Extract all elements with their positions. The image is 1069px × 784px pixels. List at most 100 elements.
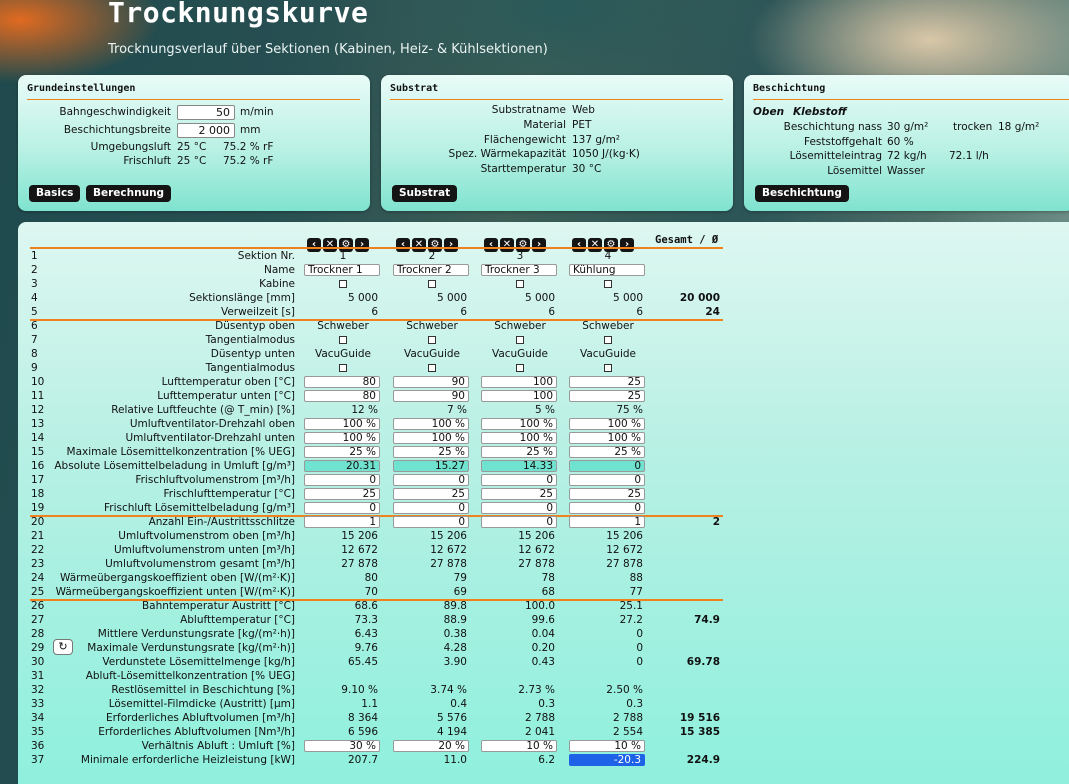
checkbox[interactable] [339, 280, 347, 288]
cell-input[interactable]: 25 % [481, 446, 557, 458]
table-row: 20 Anzahl Ein-/Austrittsschlitze 1 0 0 1 2 [18, 515, 738, 529]
checkbox[interactable] [428, 336, 436, 344]
checkbox[interactable] [428, 280, 436, 288]
cell-input[interactable]: 100 % [304, 418, 380, 430]
cell-input[interactable]: 0 [481, 474, 557, 486]
row-total: 74.9 [694, 614, 720, 626]
cell-input[interactable]: Trockner 2 [393, 264, 469, 276]
cell-input[interactable]: 100 [481, 376, 557, 388]
cell-input[interactable]: 100 % [569, 418, 645, 430]
basics-button[interactable]: Basics [29, 185, 81, 202]
cell-value: 8 364 [347, 712, 378, 724]
cell-input[interactable]: 0 [304, 474, 380, 486]
cell-input[interactable]: 100 % [481, 432, 557, 444]
cell-value: 80 [364, 572, 378, 584]
cell-input[interactable]: 25 [481, 488, 557, 500]
cell-input[interactable]: 0 [569, 460, 645, 472]
cell-input[interactable]: 80 [304, 390, 380, 402]
cell-value: 88.9 [443, 614, 467, 626]
layer-type: Klebstoff [793, 106, 847, 118]
cell-value: 88 [629, 572, 643, 584]
refresh-icon[interactable]: ↻ [53, 639, 73, 655]
cell-input[interactable]: 90 [393, 376, 469, 388]
berechnung-button[interactable]: Berechnung [86, 185, 172, 202]
cell-input[interactable]: 30 % [304, 740, 380, 752]
cell-input[interactable]: 25 [569, 376, 645, 388]
bahngeschwindigkeit-input[interactable]: 50 [177, 105, 235, 120]
cell-input[interactable]: 0 [569, 474, 645, 486]
cell-input[interactable]: 0 [393, 516, 469, 528]
cell-input[interactable]: 10 % [569, 740, 645, 752]
cell-input[interactable]: 20 % [393, 740, 469, 752]
cell-input[interactable]: Kühlung [569, 264, 645, 276]
checkbox[interactable] [428, 364, 436, 372]
table-row: 7 Tangentialmodus [18, 333, 738, 347]
row-total: 2 [712, 516, 720, 528]
cell-input[interactable]: 100 % [393, 418, 469, 430]
cell-input[interactable]: 0 [481, 502, 557, 514]
cell-input[interactable]: 0 [393, 474, 469, 486]
checkbox[interactable] [604, 364, 612, 372]
cell-input[interactable]: 25 [304, 488, 380, 500]
checkbox[interactable] [339, 364, 347, 372]
cell-input[interactable]: 0 [304, 502, 380, 514]
cell-input-selected[interactable]: -20.3 [569, 754, 645, 766]
section-controls-4: ‹ ✕ ⚙ › [572, 232, 636, 252]
cell-input[interactable]: 25 % [304, 446, 380, 458]
unit-label: mm [240, 124, 261, 136]
cell-value: 6 [371, 306, 378, 318]
cell-value: 2 788 [524, 712, 555, 724]
cell-input[interactable]: 100 % [481, 418, 557, 430]
cell-input[interactable]: 14.33 [481, 460, 557, 472]
checkbox[interactable] [516, 280, 524, 288]
beschichtung-button[interactable]: Beschichtung [755, 185, 849, 202]
cell-value: 77 [629, 586, 643, 598]
cell-value: 15 206 [606, 530, 643, 542]
cell-input[interactable]: 0 [569, 502, 645, 514]
checkbox[interactable] [604, 336, 612, 344]
cell-input[interactable]: 100 [481, 390, 557, 402]
checkbox[interactable] [516, 364, 524, 372]
cell-input[interactable]: 80 [304, 376, 380, 388]
cell-input[interactable]: 90 [393, 390, 469, 402]
substratname-label: Substratname [491, 104, 566, 116]
cell-input[interactable]: 0 [393, 502, 469, 514]
cell-value: 12 672 [341, 544, 378, 556]
cell-value: 2 041 [524, 726, 555, 738]
checkbox[interactable] [604, 280, 612, 288]
cell-input[interactable]: 25 % [569, 446, 645, 458]
loesemitteleintrag-value: 72 kg/h [887, 150, 927, 162]
row-label: Frischlufttemperatur [°C] [163, 488, 296, 500]
cell-input[interactable]: 1 [569, 516, 645, 528]
substrat-button[interactable]: Substrat [392, 185, 458, 202]
checkbox[interactable] [339, 336, 347, 344]
cell-value: 4 194 [436, 726, 467, 738]
cell-value: 68 [541, 586, 555, 598]
cell-input[interactable]: Trockner 1 [304, 264, 380, 276]
cell-input[interactable]: 0 [481, 516, 557, 528]
cell-input[interactable]: 20.31 [304, 460, 380, 472]
row-label: Erforderliches Abluftvolumen [m³/h] [106, 712, 295, 724]
cell-value: 15 206 [341, 530, 378, 542]
cell-input[interactable]: 25 [393, 488, 469, 500]
cell-input[interactable]: 100 % [393, 432, 469, 444]
cell-input[interactable]: 10 % [481, 740, 557, 752]
cell-input[interactable]: 25 [569, 488, 645, 500]
cell-input[interactable]: 1 [304, 516, 380, 528]
table-row: 10 Lufttemperatur oben [°C] 80 90 100 25 [18, 375, 738, 389]
table-row: 24 Wärmeübergangskoeffizient oben [W/(m²·… [18, 571, 738, 585]
checkbox[interactable] [516, 336, 524, 344]
row-label: Tangentialmodus [205, 362, 295, 374]
cell-input[interactable]: 25 % [393, 446, 469, 458]
row-label: Frischluftvolumenstrom [m³/h] [135, 474, 295, 486]
cell-input[interactable]: 25 [569, 390, 645, 402]
cell-value: 4 [604, 250, 612, 262]
row-total: 24 [705, 306, 720, 318]
cell-input[interactable]: 15.27 [393, 460, 469, 472]
beschichtungsbreite-input[interactable]: 2 000 [177, 123, 235, 138]
row-label: Düsentyp unten [210, 348, 295, 360]
row-label: Wärmeübergangskoeffizient oben [W/(m²·K)… [59, 572, 295, 584]
cell-input[interactable]: Trockner 3 [481, 264, 557, 276]
cell-input[interactable]: 100 % [569, 432, 645, 444]
cell-input[interactable]: 100 % [304, 432, 380, 444]
